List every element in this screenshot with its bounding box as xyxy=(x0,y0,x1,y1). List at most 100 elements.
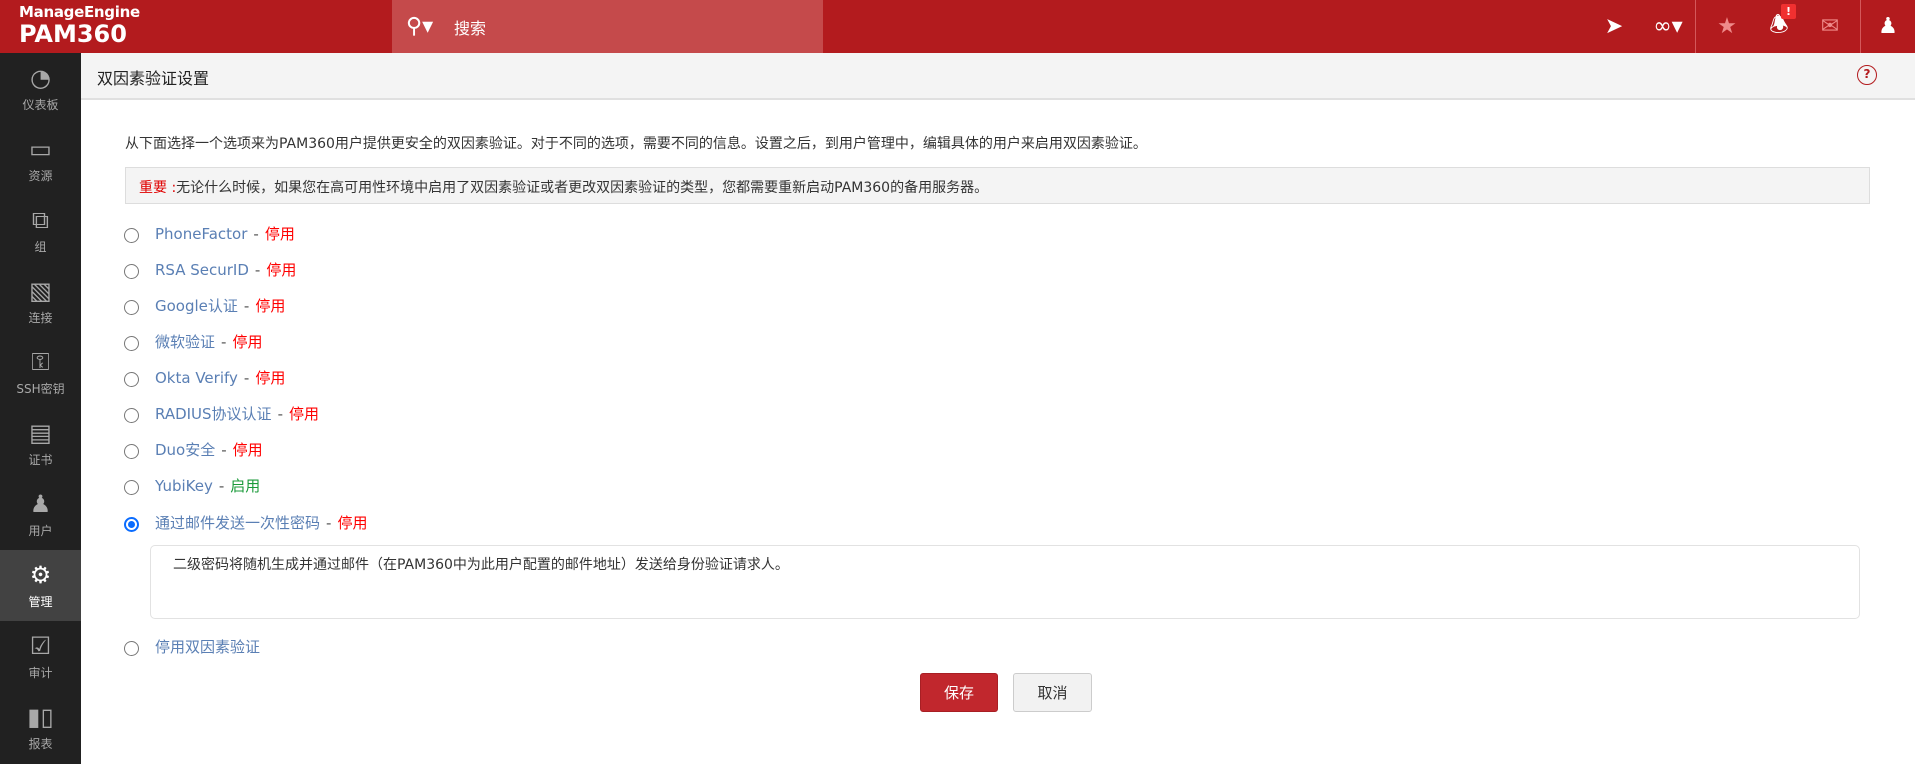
save-button[interactable]: 保存 xyxy=(920,673,998,712)
radio-button[interactable] xyxy=(124,444,139,459)
notification-badge: ! xyxy=(1781,4,1796,19)
important-note: 重要 :无论什么时候，如果您在高可用性环境中启用了双因素验证或者更改双因素验证的… xyxy=(125,167,1870,204)
option-status: 停用 xyxy=(232,441,263,459)
sidebar-item-groups[interactable]: ⧉ 组 xyxy=(0,195,81,266)
search-label: 搜索 xyxy=(454,18,487,38)
radio-button[interactable] xyxy=(124,300,139,315)
option-0[interactable]: PhoneFactor - 停用 xyxy=(124,223,295,244)
bell-icon[interactable]: 🕭! xyxy=(1757,0,1801,53)
separator: - xyxy=(326,513,332,532)
sidebar-item-label: 用户 xyxy=(28,524,53,538)
dashboard-icon: ◔ xyxy=(30,64,51,92)
separator: - xyxy=(221,332,227,351)
option-label: Duo安全 xyxy=(155,441,216,459)
favorite-user-icon[interactable]: ★ xyxy=(1705,0,1749,53)
separator: - xyxy=(221,440,227,459)
connection-icon: ▧ xyxy=(29,277,52,305)
page-header: 双因素验证设置 ? xyxy=(81,53,1915,100)
sidebar-item-label: 组 xyxy=(34,240,47,254)
option-disable-2fa[interactable]: 停用双因素验证 xyxy=(124,636,260,657)
search-icon[interactable]: ⚲▾ xyxy=(406,14,434,39)
option-2[interactable]: Google认证 - 停用 xyxy=(124,295,285,316)
option-status: 停用 xyxy=(255,369,286,387)
option-label: YubiKey xyxy=(155,476,213,495)
clipboard-icon: ☑ xyxy=(29,632,52,660)
option-label: 通过邮件发送一次性密码 xyxy=(155,514,321,532)
brand-name: ManageEngine xyxy=(19,3,140,21)
gear-icon: ⚙ xyxy=(29,561,52,589)
separator: - xyxy=(277,404,283,423)
divider xyxy=(1695,0,1696,53)
search-bar[interactable]: ⚲▾ 搜索 xyxy=(392,0,823,53)
option-status: 停用 xyxy=(266,261,297,279)
page-title: 双因素验证设置 xyxy=(97,69,210,88)
option-6[interactable]: Duo安全 - 停用 xyxy=(124,439,263,460)
option-label: 停用双因素验证 xyxy=(155,638,261,656)
option-label: 微软验证 xyxy=(155,333,216,351)
link-icon[interactable]: ∞▾ xyxy=(1646,0,1690,53)
option-8[interactable]: 通过邮件发送一次性密码 - 停用 xyxy=(124,512,367,533)
sidebar-item-label: 连接 xyxy=(28,311,53,325)
option-status: 停用 xyxy=(337,514,368,532)
rocket-icon[interactable]: ➤ xyxy=(1592,0,1636,53)
option-label: PhoneFactor xyxy=(155,224,248,243)
option-label: RSA SecurID xyxy=(155,260,249,279)
option-4[interactable]: Okta Verify - 停用 xyxy=(124,367,285,388)
sidebar-item-connections[interactable]: ▧ 连接 xyxy=(0,266,81,337)
sidebar-item-admin[interactable]: ⚙ 管理 xyxy=(0,550,81,621)
note-label: 重要 : xyxy=(139,180,177,196)
product-name: PAM360 xyxy=(19,20,127,48)
sidebar-item-certificates[interactable]: ▤ 证书 xyxy=(0,408,81,479)
user-icon: ♟ xyxy=(29,490,52,518)
sidebar-item-users[interactable]: ♟ 用户 xyxy=(0,479,81,550)
radio-button[interactable] xyxy=(124,228,139,243)
option-label: RADIUS协议认证 xyxy=(155,405,272,423)
key-icon: ⚿ xyxy=(31,348,50,376)
separator: - xyxy=(243,368,250,387)
sidebar-item-label: 报表 xyxy=(28,737,53,751)
help-icon[interactable]: ? xyxy=(1857,65,1877,85)
divider xyxy=(1860,0,1861,53)
top-bar: ManageEngine PAM360 ⚲▾ 搜索 ➤ ∞▾ ★ 🕭! ✉ ♟ xyxy=(0,0,1915,53)
separator: - xyxy=(218,476,225,495)
sidebar-item-label: 证书 xyxy=(28,453,53,467)
option-status: 停用 xyxy=(255,297,286,315)
option-label: Google认证 xyxy=(155,297,238,315)
description: 从下面选择一个选项来为PAM360用户提供更安全的双因素验证。对于不同的选项，需… xyxy=(125,136,1147,152)
certificate-icon: ▤ xyxy=(29,419,52,447)
radio-button[interactable] xyxy=(124,372,139,387)
radio-button[interactable] xyxy=(124,517,139,532)
sidebar-item-dashboard[interactable]: ◔ 仪表板 xyxy=(0,53,81,124)
option-3[interactable]: 微软验证 - 停用 xyxy=(124,331,262,352)
sidebar-item-label: 资源 xyxy=(28,169,53,183)
cancel-button[interactable]: 取消 xyxy=(1013,673,1092,712)
note-text: 无论什么时候，如果您在高可用性环境中启用了双因素验证或者更改双因素验证的类型，您… xyxy=(176,180,989,196)
user-menu-icon[interactable]: ♟ xyxy=(1866,0,1910,53)
radio-button[interactable] xyxy=(124,408,139,423)
separator: - xyxy=(254,260,261,279)
radio-button[interactable] xyxy=(124,336,139,351)
sidebar-item-resources[interactable]: ▭ 资源 xyxy=(0,124,81,195)
option-7[interactable]: YubiKey - 启用 xyxy=(124,475,260,496)
mail-icon[interactable]: ✉ xyxy=(1808,0,1852,53)
sidebar: ◔ 仪表板 ▭ 资源 ⧉ 组 ▧ 连接 ⚿ SSH密钥 ▤ 证书 ♟ 用户 ⚙ 管理 ☑ 审计 ▮… xyxy=(0,53,81,764)
logo[interactable]: ManageEngine PAM360 xyxy=(19,3,140,47)
sidebar-item-ssh-keys[interactable]: ⚿ SSH密钥 xyxy=(0,337,81,408)
monitor-icon: ▭ xyxy=(29,135,52,163)
option-5[interactable]: RADIUS协议认证 - 停用 xyxy=(124,403,319,424)
sidebar-item-audit[interactable]: ☑ 审计 xyxy=(0,621,81,692)
option-status: 停用 xyxy=(264,225,295,243)
radio-button[interactable] xyxy=(124,480,139,495)
group-icon: ⧉ xyxy=(31,206,50,234)
sidebar-item-reports[interactable]: ▮▯ 报表 xyxy=(0,692,81,763)
option-1[interactable]: RSA SecurID - 停用 xyxy=(124,259,296,280)
separator: - xyxy=(243,296,250,315)
sidebar-item-label: 管理 xyxy=(28,595,53,609)
bar-chart-icon: ▮▯ xyxy=(27,703,54,731)
radio-button[interactable] xyxy=(124,264,139,279)
email-otp-info: 二级密码将随机生成并通过邮件（在PAM360中为此用户配置的邮件地址）发送给身份… xyxy=(150,545,1860,619)
radio-button[interactable] xyxy=(124,641,139,656)
separator: - xyxy=(253,224,259,243)
option-status: 停用 xyxy=(288,405,319,423)
sidebar-item-label: 审计 xyxy=(28,666,53,680)
